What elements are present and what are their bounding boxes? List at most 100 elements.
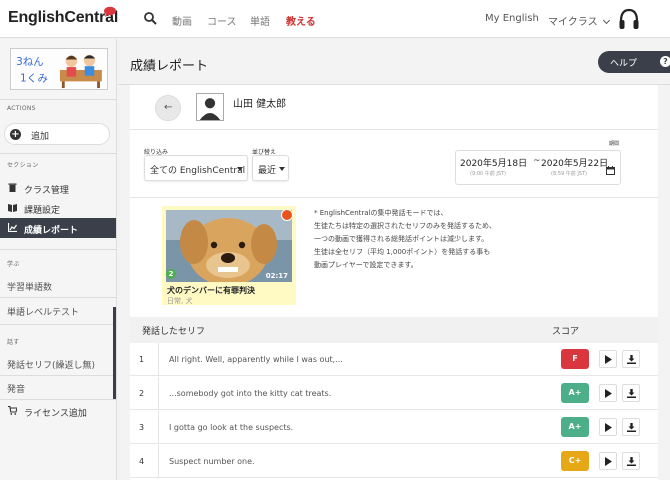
class-image: 3ねん 1くみ [10, 48, 108, 90]
cart-icon [8, 406, 17, 415]
page-title: 成績レポート [130, 59, 209, 74]
nav-link-teach[interactable]: 教える [286, 13, 316, 28]
back-button[interactable]: ← [155, 95, 181, 121]
download-icon [627, 457, 636, 466]
sidebar-item-label: 課題設定 [24, 206, 61, 216]
play-button[interactable] [599, 452, 617, 470]
search-icon[interactable] [143, 11, 157, 25]
calendar-icon [606, 166, 615, 175]
date-from: 2020年5月18日 [460, 159, 528, 169]
score-badge: F [561, 349, 589, 369]
date-from-time: (9:00 午前 JST) [470, 171, 507, 177]
row-separator [158, 377, 159, 410]
add-button-label: 追加 [31, 132, 50, 142]
table-row: 3 I gotta go look at the suspects. A+ [130, 411, 658, 444]
my-english-link[interactable]: My English [485, 13, 539, 24]
my-class-menu[interactable]: マイクラス [548, 13, 610, 28]
sidebar-item-assignment-settings[interactable]: 課題設定 [0, 198, 116, 218]
download-button[interactable] [622, 350, 640, 368]
sidebar-divider [0, 99, 116, 100]
table-header: 発話したセリフ スコア [130, 317, 658, 343]
date-to: 2020年5月22日 [541, 159, 609, 169]
row-separator [158, 411, 159, 444]
play-icon [605, 423, 612, 432]
play-icon [605, 389, 612, 398]
row-number: 3 [139, 423, 145, 432]
top-nav: EnglishCentral 動画 コース 単語 教える My English … [0, 0, 670, 38]
svg-text:1くみ: 1くみ [20, 72, 48, 84]
sidebar-divider [0, 153, 116, 154]
question-icon: ? [660, 56, 670, 67]
column-header-phrase: 発話したセリフ [142, 327, 206, 337]
score-badge: C+ [561, 451, 589, 471]
download-button[interactable] [622, 418, 640, 436]
sidebar-divider [0, 324, 116, 325]
speaking-mode-note: * EnglishCentralの集中発話モードでは、 生徒たちは特定の選択され… [314, 207, 524, 272]
filter-dropdown[interactable]: 全ての EnglishCentral [144, 155, 248, 181]
user-name: 山田 健太郎 [233, 99, 287, 110]
play-badge-icon [281, 209, 293, 221]
sidebar-item-grade-report[interactable]: 成績レポート [0, 218, 116, 238]
logo-text: EnglishCentral [8, 9, 119, 26]
row-number: 4 [139, 457, 145, 466]
nav-link-videos[interactable]: 動画 [172, 13, 192, 28]
logo[interactable]: EnglishCentral [8, 6, 119, 27]
level-badge: 2 [166, 269, 176, 279]
sidebar-scrollbar[interactable] [113, 307, 116, 399]
play-icon [605, 355, 612, 364]
main-content: 成績レポート ヘルプ ? ← 山田 健太郎 絞り込み 全ての EnglishCe… [118, 39, 670, 480]
table-row: 2 ...somebody got into the kitty cat tre… [130, 377, 658, 410]
play-button[interactable] [599, 418, 617, 436]
date-range-picker[interactable]: 2020年5月18日 (9:00 午前 JST) ~ 2020年5月22日 (8… [455, 150, 621, 185]
phrase-text: Suspect number one. [169, 457, 255, 466]
study-heading: 学ぶ [7, 261, 20, 268]
sidebar-divider [0, 375, 116, 376]
sidebar-item-learned-words[interactable]: 学習単語数 [7, 280, 52, 293]
nav-link-words[interactable]: 単語 [250, 13, 270, 28]
help-button-label: ヘルプ [610, 59, 638, 69]
video-title: 犬のデンバーに有罪判決 [167, 286, 255, 295]
period-label: 期間 [609, 141, 620, 147]
date-to-time: (8:59 午前 JST) [551, 171, 588, 177]
sort-dropdown[interactable]: 最近 [252, 155, 289, 181]
phrase-text: I gotta go look at the suspects. [169, 423, 294, 432]
date-separator: ~ [533, 156, 541, 166]
play-button[interactable] [599, 350, 617, 368]
download-icon [627, 389, 636, 398]
sidebar-item-label: 成績レポート [24, 226, 79, 236]
download-button[interactable] [622, 452, 640, 470]
sidebar-item-word-level-test[interactable]: 単語レベルテスト [7, 305, 79, 318]
row-separator [158, 343, 159, 376]
headphones-icon[interactable] [617, 7, 641, 31]
sidebar-item-add-license[interactable]: ライセンス追加 [0, 401, 116, 421]
sidebar-item-spoken-lines[interactable]: 発話セリフ(繰返し無) [7, 358, 95, 371]
sidebar-item-label: クラス管理 [24, 186, 69, 196]
arrow-left-icon: ← [164, 102, 173, 113]
row-separator [158, 445, 159, 478]
caret-down-icon [279, 167, 285, 171]
phrase-text: All right. Well, apparently while I was … [169, 355, 343, 364]
help-button[interactable]: ヘルプ ? [598, 51, 670, 73]
play-button[interactable] [599, 384, 617, 402]
note-line: 動画プレイヤーで設定できます。 [314, 261, 418, 269]
trash-icon [8, 183, 17, 192]
add-button[interactable]: + 追加 [4, 123, 110, 145]
sidebar-divider [0, 249, 116, 250]
sidebar-divider [0, 297, 116, 298]
row-number: 2 [139, 389, 145, 398]
sidebar-item-class-management[interactable]: クラス管理 [0, 178, 116, 198]
sidebar-item-label: ライセンス追加 [24, 409, 87, 419]
caret-down-icon [237, 167, 243, 171]
nav-link-courses[interactable]: コース [207, 13, 237, 28]
sidebar-item-pronunciation[interactable]: 発音 [7, 382, 25, 395]
score-badge: A+ [561, 417, 589, 437]
sidebar: 3ねん 1くみ ACTIONS + 追加 セクション クラス管理 課題設定 成績… [0, 39, 117, 480]
note-line: 生徒たちは特定の選択されたセリフのみを発話するため、 [314, 222, 496, 230]
avatar [196, 93, 224, 121]
panel-divider [130, 197, 658, 198]
download-button[interactable] [622, 384, 640, 402]
note-line: * EnglishCentralの集中発話モードでは、 [314, 209, 448, 217]
video-card[interactable]: 2 02:17 犬のデンバーに有罪判決 日常, 犬 [162, 206, 296, 305]
filter-value: 全ての EnglishCentral [150, 166, 246, 176]
actions-heading: ACTIONS [7, 105, 36, 112]
